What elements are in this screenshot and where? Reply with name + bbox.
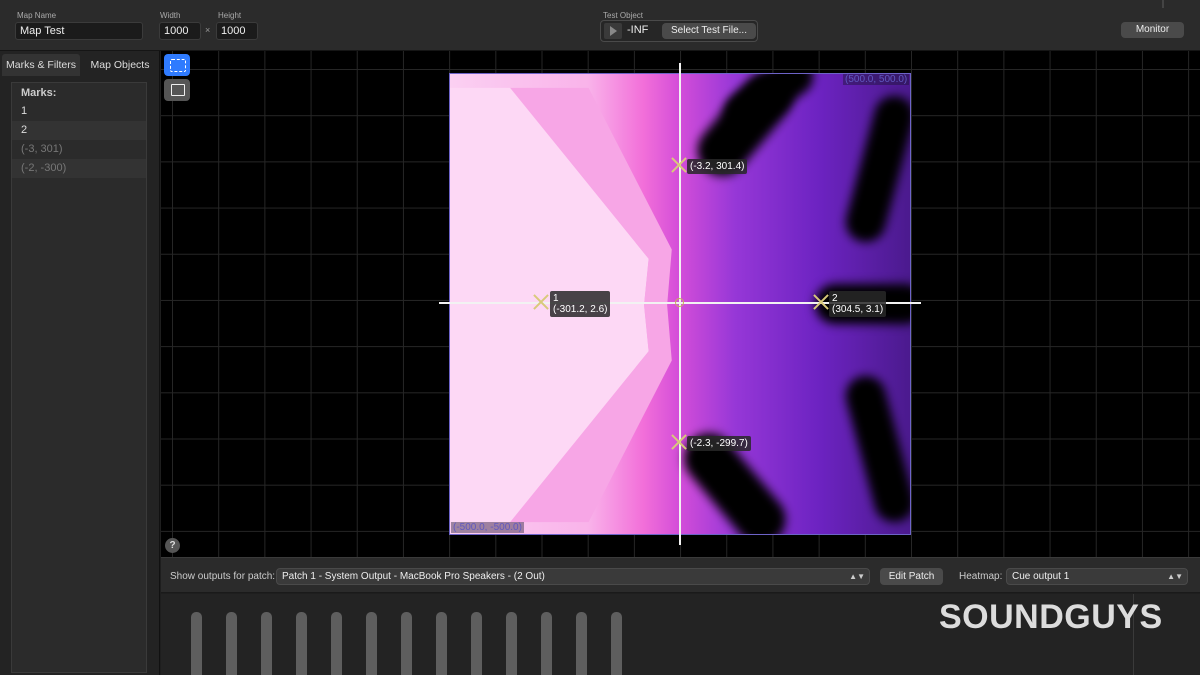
times-symbol: × bbox=[205, 25, 211, 35]
mark-3-coords: (-3.2, 301.4) bbox=[690, 161, 745, 172]
patch-select[interactable]: Patch 1 - System Output - MacBook Pro Sp… bbox=[276, 568, 870, 585]
map-name-field[interactable]: Map Test bbox=[15, 22, 143, 40]
meter-fader[interactable] bbox=[506, 612, 517, 675]
height-field[interactable]: 1000 bbox=[216, 22, 258, 40]
patch-select-value: Patch 1 - System Output - MacBook Pro Sp… bbox=[282, 571, 545, 582]
corner-top-right: (500.0, 500.0) bbox=[843, 74, 910, 85]
meter-fader[interactable] bbox=[576, 612, 587, 675]
origin-marker bbox=[675, 298, 684, 307]
marks-header: Marks: bbox=[21, 87, 57, 99]
map-name-label: Map Name bbox=[17, 11, 57, 20]
mark-1-label: 1 (-301.2, 2.6) bbox=[550, 291, 611, 317]
heatmap-select[interactable]: Cue output 1 ▲▼ bbox=[1006, 568, 1188, 585]
divider bbox=[1162, 0, 1164, 8]
meter-fader[interactable] bbox=[296, 612, 307, 675]
chevron-updown-icon: ▲▼ bbox=[1167, 572, 1183, 581]
marks-list: Marks: 1 2 (-3, 301) (-2, -300) bbox=[11, 82, 147, 673]
width-field[interactable]: 1000 bbox=[159, 22, 201, 40]
select-test-file-button[interactable]: Select Test File... bbox=[662, 23, 756, 39]
meter-fader[interactable] bbox=[191, 612, 202, 675]
mark-2-name: 2 bbox=[832, 293, 838, 304]
meter-fader[interactable] bbox=[226, 612, 237, 675]
test-object-group: -INF Select Test File... bbox=[600, 20, 758, 42]
meter-fader[interactable] bbox=[331, 612, 342, 675]
meter-fader[interactable] bbox=[541, 612, 552, 675]
list-item[interactable]: (-3, 301) bbox=[12, 140, 146, 159]
width-label: Width bbox=[160, 11, 181, 20]
mark-1-coords: (-301.2, 2.6) bbox=[553, 304, 608, 315]
watermark-logo: SOUNDGUYS bbox=[939, 598, 1163, 636]
selection-tool-icon[interactable] bbox=[164, 54, 190, 76]
list-item[interactable]: (-2, -300) bbox=[12, 159, 146, 178]
help-button[interactable]: ? bbox=[165, 538, 180, 553]
mark-2-coords: (304.5, 3.1) bbox=[832, 304, 884, 315]
level-readout: -INF bbox=[627, 24, 649, 36]
mark-4-coords: (-2.3, -299.7) bbox=[690, 438, 748, 449]
mark-4-icon[interactable] bbox=[671, 434, 687, 450]
meter-fader[interactable] bbox=[366, 612, 377, 675]
heatmap-null-band bbox=[841, 371, 910, 527]
image-tool-icon[interactable] bbox=[164, 79, 190, 101]
monitor-button[interactable]: Monitor bbox=[1121, 22, 1184, 38]
test-object-label: Test Object bbox=[603, 11, 644, 20]
tab-marks-filters[interactable]: Marks & Filters bbox=[2, 54, 80, 76]
mark-2-label: 2 (304.5, 3.1) bbox=[829, 291, 887, 317]
list-item[interactable]: 2 bbox=[12, 121, 146, 140]
patch-bar: Show outputs for patch: Patch 1 - System… bbox=[161, 557, 1200, 593]
mark-3-label: (-3.2, 301.4) bbox=[687, 159, 748, 174]
top-toolbar: Map Name Map Test Width 1000 × Height 10… bbox=[0, 0, 1200, 51]
mark-1-icon[interactable] bbox=[533, 294, 549, 310]
play-icon[interactable] bbox=[604, 23, 622, 39]
sidebar: Marks & Filters Map Objects Marks: 1 2 (… bbox=[0, 51, 160, 675]
heatmap-label: Heatmap: bbox=[959, 571, 1003, 582]
meter-fader[interactable] bbox=[261, 612, 272, 675]
map-canvas[interactable]: (500.0, 500.0) (-500.0, -500.0) 1 (-301.… bbox=[161, 51, 1200, 557]
show-outputs-label: Show outputs for patch: bbox=[170, 571, 276, 582]
corner-bottom-left: (-500.0, -500.0) bbox=[451, 522, 524, 533]
meter-fader[interactable] bbox=[611, 612, 622, 675]
tab-map-objects[interactable]: Map Objects bbox=[82, 54, 158, 76]
heatmap-select-value: Cue output 1 bbox=[1012, 571, 1070, 582]
chevron-updown-icon: ▲▼ bbox=[849, 572, 865, 581]
meter-fader[interactable] bbox=[471, 612, 482, 675]
list-item[interactable]: 1 bbox=[12, 102, 146, 121]
mark-4-label: (-2.3, -299.7) bbox=[687, 436, 751, 451]
edit-patch-button[interactable]: Edit Patch bbox=[880, 568, 943, 585]
mark-1-name: 1 bbox=[553, 293, 559, 304]
meter-fader[interactable] bbox=[401, 612, 412, 675]
meter-fader[interactable] bbox=[436, 612, 447, 675]
heatmap-null-band bbox=[841, 91, 910, 247]
mark-3-icon[interactable] bbox=[671, 157, 687, 173]
mark-2-icon[interactable] bbox=[813, 294, 829, 310]
height-label: Height bbox=[218, 11, 242, 20]
